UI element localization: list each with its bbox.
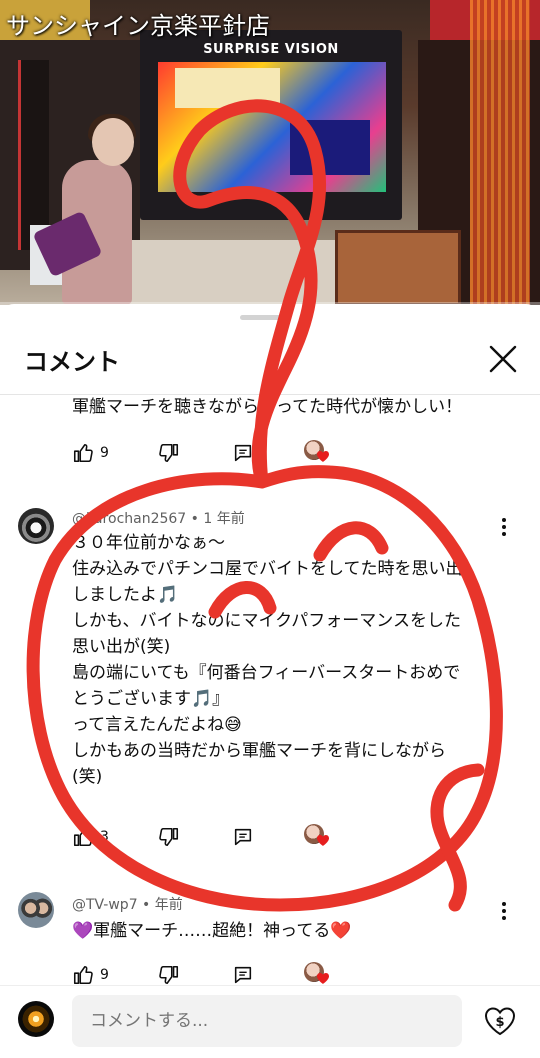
thumb-up-icon	[73, 827, 93, 847]
pillar	[18, 60, 49, 250]
comment-time: 1 年前	[203, 511, 245, 527]
creator-heart-badge	[304, 440, 332, 466]
like-button[interactable]: 9	[72, 438, 109, 468]
thumb-down-icon	[159, 827, 179, 847]
comment-line: 💜軍艦マーチ……超絶！神ってる❤️	[72, 921, 352, 941]
video-player[interactable]: SURPRISE VISION サンシャイン京楽平針店	[0, 0, 540, 305]
thumb-down-icon	[159, 443, 179, 463]
comment-author[interactable]: @TV-wp7	[72, 897, 138, 913]
dislike-button[interactable]	[158, 822, 180, 852]
comment-line: とうございます🎵』	[72, 689, 230, 709]
drag-handle[interactable]	[240, 315, 288, 320]
like-button[interactable]: 3	[72, 822, 109, 852]
comment-author[interactable]: @kurochan2567	[72, 511, 186, 527]
heart-icon	[317, 973, 329, 984]
heart-icon	[317, 835, 329, 846]
avatar[interactable]	[18, 508, 54, 544]
sheet-title: コメント	[24, 348, 120, 376]
comment-line: 思い出が(笑)	[72, 637, 171, 657]
like-count: 9	[100, 445, 109, 461]
more-options-icon[interactable]	[496, 516, 512, 538]
like-count: 9	[100, 967, 109, 983]
comment-line: って言えたんだよね😅	[72, 715, 242, 735]
reply-icon	[234, 966, 252, 984]
comment-body: 軍艦マーチを聴きながら打ってた時代が懐かしい！	[72, 394, 492, 420]
reply-icon	[234, 444, 252, 462]
thumb-up-icon	[73, 965, 93, 985]
comment-line: 軍艦マーチを聴きながら打ってた時代が懐かしい！	[72, 397, 463, 417]
comment-actions: 3	[72, 822, 372, 852]
like-count: 3	[100, 829, 109, 845]
screen-panel	[175, 68, 280, 108]
reply-button[interactable]	[232, 822, 254, 852]
thumb-down-icon	[159, 965, 179, 985]
comment-meta: @TV-wp7 • 年前	[72, 897, 183, 913]
slot-sign	[470, 0, 530, 305]
comment-body: 💜軍艦マーチ……超絶！神ってる❤️	[72, 918, 492, 944]
creator-heart-badge	[304, 824, 332, 850]
avatar[interactable]	[18, 892, 54, 928]
thumb-up-icon	[73, 443, 93, 463]
comment-line: (笑)	[72, 767, 103, 787]
reply-button[interactable]	[232, 438, 254, 468]
super-thanks-icon[interactable]: $	[482, 1003, 518, 1039]
comment-time: 年前	[154, 897, 183, 913]
comment-actions: 9	[72, 438, 372, 468]
comments-sheet: コメント 軍艦マーチを聴きながら打ってた時代が懐かしい！ 9 @kurochan…	[0, 304, 540, 1057]
comment-line: ３０年位前かなぁ〜	[72, 533, 225, 553]
easel	[335, 230, 461, 305]
screen-panel	[290, 120, 370, 175]
comment-meta: @kurochan2567 • 1 年前	[72, 511, 245, 527]
dislike-button[interactable]	[158, 438, 180, 468]
svg-text:$: $	[495, 1015, 504, 1030]
comment-line: 住み込みでパチンコ屋でバイトをしてた時を思い出	[72, 559, 463, 579]
comment-line: しかも、バイトなのにマイクパフォーマンスをした	[72, 611, 461, 631]
comment-input[interactable]	[72, 995, 462, 1047]
comment-line: しかもあの当時だから軍艦マーチを背にしながら	[72, 741, 446, 761]
heart-icon	[317, 451, 329, 462]
comment-input-bar: $	[0, 985, 540, 1058]
comment-line: 島の端にいても『何番台フィーバースタートおめで	[72, 663, 461, 683]
more-options-icon[interactable]	[496, 900, 512, 922]
close-icon[interactable]	[486, 342, 520, 376]
comment-body: ３０年位前かなぁ〜 住み込みでパチンコ屋でバイトをしてた時を思い出 しましたよ🎵…	[72, 530, 492, 790]
video-caption: サンシャイン京楽平針店	[6, 12, 270, 40]
comment-line: しましたよ🎵	[72, 585, 179, 605]
signboard-title: SURPRISE VISION	[203, 42, 339, 57]
person-head	[92, 118, 134, 166]
user-avatar	[18, 1001, 54, 1037]
reply-icon	[234, 828, 252, 846]
